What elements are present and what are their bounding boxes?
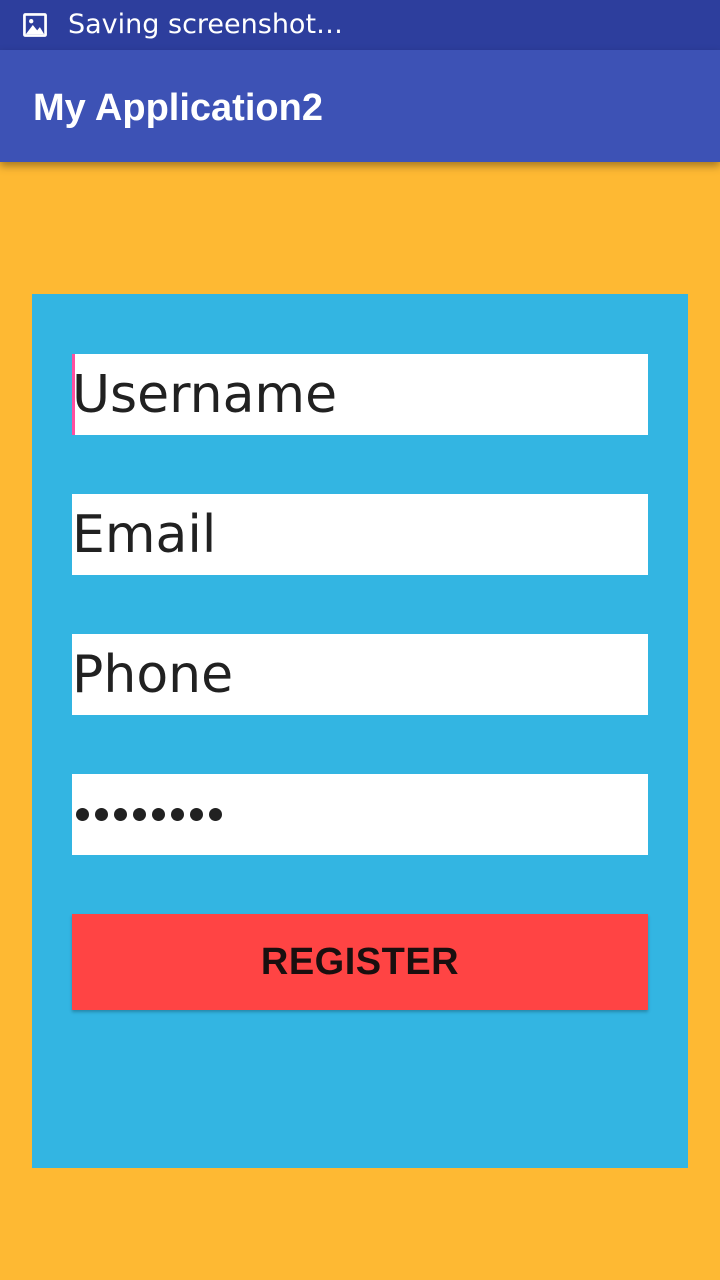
username-text: Username: [72, 364, 338, 425]
email-text: Email: [72, 504, 217, 565]
register-button[interactable]: REGISTER: [72, 914, 648, 1010]
username-field[interactable]: Username: [72, 354, 648, 435]
password-field[interactable]: [72, 774, 648, 855]
password-masked-value: [72, 808, 222, 821]
phone-field[interactable]: Phone: [72, 634, 648, 715]
password-dot: [76, 808, 89, 821]
phone-text: Phone: [72, 644, 234, 705]
password-dot: [114, 808, 127, 821]
image-icon: [23, 13, 47, 37]
password-dot: [152, 808, 165, 821]
password-dot: [190, 808, 203, 821]
registration-card: Username Email Phone REGISTER: [32, 294, 688, 1168]
email-field[interactable]: Email: [72, 494, 648, 575]
app-title: My Application2: [33, 87, 323, 129]
password-dot: [95, 808, 108, 821]
password-dot: [209, 808, 222, 821]
register-button-label: REGISTER: [260, 940, 460, 983]
text-cursor: [72, 354, 75, 435]
password-dot: [133, 808, 146, 821]
status-bar: Saving screenshot…: [0, 0, 720, 50]
app-bar: My Application2: [0, 50, 720, 162]
password-dot: [171, 808, 184, 821]
status-notification-text: Saving screenshot…: [68, 9, 344, 40]
